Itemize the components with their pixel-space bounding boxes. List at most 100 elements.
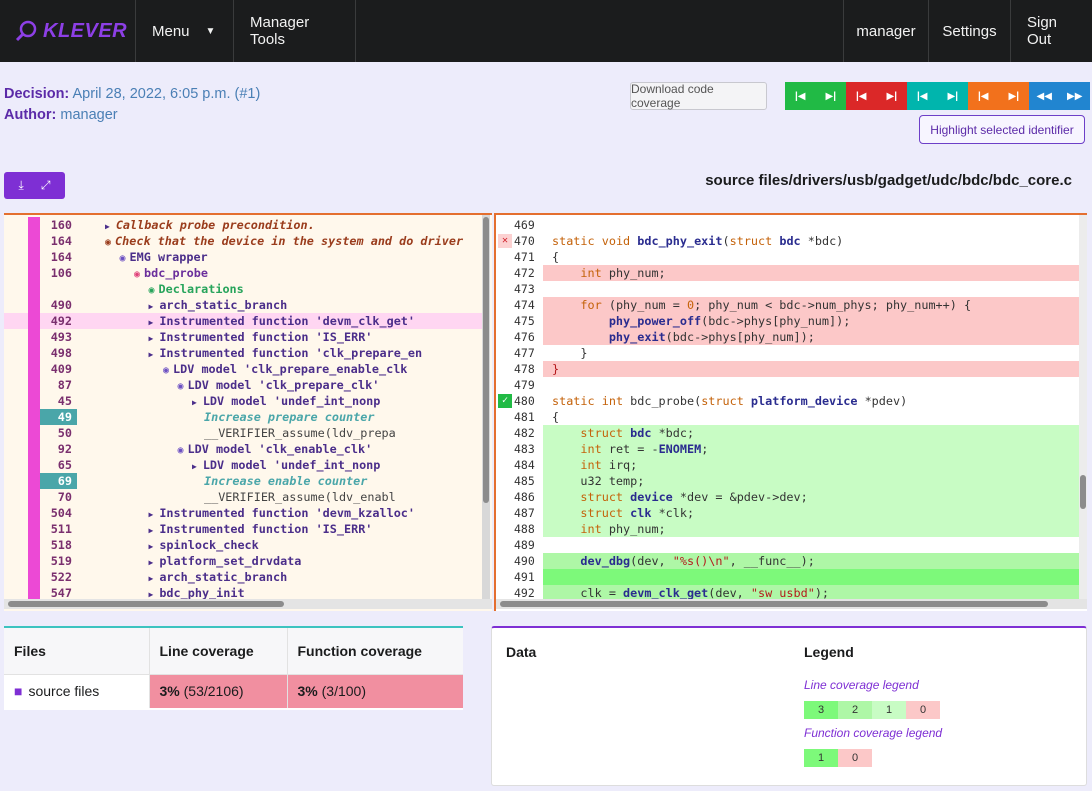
trace-line-number[interactable]: 106: [40, 265, 77, 281]
code-line[interactable]: 476 phy_exit(bdc->phys[phy_num]);: [496, 329, 1087, 345]
code-line[interactable]: 487 struct clk *clk;: [496, 505, 1087, 521]
trace-line-number[interactable]: 493: [40, 329, 77, 345]
trace-row[interactable]: 70 __VERIFIER_assume(ldv_enabl: [4, 489, 486, 505]
trace-line-number[interactable]: 70: [40, 489, 77, 505]
code-text[interactable]: dev_dbg(dev, "%s()\n", __func__);: [543, 553, 1087, 569]
trace-line-number[interactable]: 504: [40, 505, 77, 521]
trace-line-number[interactable]: 522: [40, 569, 77, 585]
trace-row[interactable]: 106 ◉ bdc_probe: [4, 265, 486, 281]
coverage-nav-button-0[interactable]: |◀: [785, 82, 816, 110]
trace-row[interactable]: 519 ▶ platform_set_drvdata: [4, 553, 486, 569]
user-link[interactable]: manager: [843, 0, 928, 62]
code-text[interactable]: phy_exit(bdc->phys[phy_num]);: [543, 329, 1087, 345]
code-line[interactable]: 469: [496, 217, 1087, 233]
code-line[interactable]: 471 {: [496, 249, 1087, 265]
sign-out-link[interactable]: Sign Out: [1010, 0, 1092, 62]
coverage-nav-button-8[interactable]: ◀◀: [1029, 82, 1060, 110]
code-text[interactable]: struct bdc *bdc;: [543, 425, 1087, 441]
expand-triangle-icon[interactable]: ▶: [149, 302, 154, 311]
code-text[interactable]: [543, 377, 1087, 393]
code-line[interactable]: 482 struct bdc *bdc;: [496, 425, 1087, 441]
code-text[interactable]: int ret = -ENOMEM;: [543, 441, 1087, 457]
trace-line-number[interactable]: 69: [40, 473, 77, 489]
code-line[interactable]: 483 int ret = -ENOMEM;: [496, 441, 1087, 457]
expand-triangle-icon[interactable]: ▶: [149, 350, 154, 359]
trace-line-number[interactable]: 409: [40, 361, 77, 377]
trace-line-number[interactable]: 511: [40, 521, 77, 537]
download-coverage-button[interactable]: Download code coverage: [630, 82, 767, 110]
table-row[interactable]: ■ source files 3% (53/2106) 3% (3/100): [4, 674, 463, 708]
code-text[interactable]: static void bdc_phy_exit(struct bdc *bdc…: [543, 233, 1087, 249]
expand-triangle-icon[interactable]: ▶: [149, 526, 154, 535]
trace-row[interactable]: ◉ Declarations: [4, 281, 486, 297]
trace-line-number[interactable]: 498: [40, 345, 77, 361]
code-line[interactable]: 490 dev_dbg(dev, "%s()\n", __func__);: [496, 553, 1087, 569]
trace-row[interactable]: 69 Increase enable counter: [4, 473, 486, 489]
trace-row[interactable]: 498 ▶ Instrumented function 'clk_prepare_e…: [4, 345, 486, 361]
trace-line-number[interactable]: 164: [40, 249, 77, 265]
coverage-nav-button-3[interactable]: ▶|: [876, 82, 907, 110]
trace-row[interactable]: 493 ▶ Instrumented function 'IS_ERR': [4, 329, 486, 345]
code-text[interactable]: int phy_num;: [543, 265, 1087, 281]
code-text[interactable]: phy_power_off(bdc->phys[phy_num]);: [543, 313, 1087, 329]
trace-row[interactable]: 50 __VERIFIER_assume(ldv_prepa: [4, 425, 486, 441]
trace-line-number[interactable]: 92: [40, 441, 77, 457]
trace-row[interactable]: 518 ▶ spinlock_check: [4, 537, 486, 553]
brand-logo[interactable]: KLEVER: [0, 0, 136, 62]
trace-line-number[interactable]: 50: [40, 425, 77, 441]
trace-node[interactable]: __VERIFIER_assume(ldv_enabl: [204, 489, 396, 505]
trace-row[interactable]: 160 ▶ Callback probe precondition.: [4, 217, 486, 233]
trace-row[interactable]: 92 ◉ LDV model 'clk_enable_clk': [4, 441, 486, 457]
code-scrollbar-track[interactable]: [1079, 215, 1087, 599]
code-text[interactable]: static int bdc_probe(struct platform_dev…: [543, 393, 1087, 409]
coverage-nav-button-2[interactable]: |◀: [846, 82, 877, 110]
menu-dropdown[interactable]: Menu ▼: [136, 0, 234, 62]
code-text[interactable]: [543, 569, 1087, 585]
coverage-nav-button-1[interactable]: ▶|: [815, 82, 846, 110]
trace-line-number[interactable]: 65: [40, 457, 77, 473]
file-name-cell[interactable]: ■ source files: [4, 674, 150, 708]
code-text[interactable]: struct clk *clk;: [543, 505, 1087, 521]
code-text[interactable]: for (phy_num = 0; phy_num < bdc->num_phy…: [543, 297, 1087, 313]
code-hscrollbar-thumb[interactable]: [500, 601, 1048, 607]
trace-line-number[interactable]: 45: [40, 393, 77, 409]
expand-triangle-icon[interactable]: ▶: [149, 542, 154, 551]
trace-row[interactable]: 49 Increase prepare counter: [4, 409, 486, 425]
trace-line-number[interactable]: 492: [40, 313, 77, 329]
trace-row[interactable]: 65 ▶ LDV model 'undef_int_nonp: [4, 457, 486, 473]
trace-row[interactable]: 511 ▶ Instrumented function 'IS_ERR': [4, 521, 486, 537]
coverage-nav-button-5[interactable]: ▶|: [937, 82, 968, 110]
code-line[interactable]: 489: [496, 537, 1087, 553]
code-line[interactable]: 475 phy_power_off(bdc->phys[phy_num]);: [496, 313, 1087, 329]
download-icon[interactable]: ⤓: [19, 178, 24, 193]
code-line[interactable]: 486 struct device *dev = &pdev->dev;: [496, 489, 1087, 505]
expand-triangle-icon[interactable]: ▶: [149, 510, 154, 519]
code-scrollbar-thumb[interactable]: [1080, 475, 1086, 509]
code-line[interactable]: 472 int phy_num;: [496, 265, 1087, 281]
eye-icon[interactable]: ◉: [120, 253, 126, 264]
trace-hscrollbar-thumb[interactable]: [8, 601, 284, 607]
eye-icon[interactable]: ◉: [178, 445, 184, 456]
manager-tools-link[interactable]: Manager Tools: [234, 0, 356, 62]
trace-line-number[interactable]: 49: [40, 409, 77, 425]
expand-triangle-icon[interactable]: ▶: [149, 558, 154, 567]
trace-node[interactable]: Increase prepare counter: [204, 409, 374, 425]
coverage-nav-button-7[interactable]: ▶|: [998, 82, 1029, 110]
code-line[interactable]: 481 {: [496, 409, 1087, 425]
code-text[interactable]: [543, 281, 1087, 297]
fullscreen-icon[interactable]: ⤢: [41, 178, 51, 193]
coverage-nav-button-6[interactable]: |◀: [968, 82, 999, 110]
code-line[interactable]: 484 int irq;: [496, 457, 1087, 473]
trace-row[interactable]: 492 ▶ Instrumented function 'devm_clk_get': [4, 313, 486, 329]
trace-node[interactable]: __VERIFIER_assume(ldv_prepa: [204, 425, 396, 441]
expand-triangle-icon[interactable]: ▶: [149, 334, 154, 343]
code-text[interactable]: int phy_num;: [543, 521, 1087, 537]
trace-line-number[interactable]: 519: [40, 553, 77, 569]
trace-row[interactable]: 164 ◉ EMG wrapper: [4, 249, 486, 265]
code-line[interactable]: 491: [496, 569, 1087, 585]
settings-link[interactable]: Settings: [928, 0, 1010, 62]
coverage-nav-button-9[interactable]: ▶▶: [1059, 82, 1090, 110]
trace-line-number[interactable]: 518: [40, 537, 77, 553]
trace-node[interactable]: Increase enable counter: [204, 473, 367, 489]
code-line[interactable]: 474 for (phy_num = 0; phy_num < bdc->num…: [496, 297, 1087, 313]
